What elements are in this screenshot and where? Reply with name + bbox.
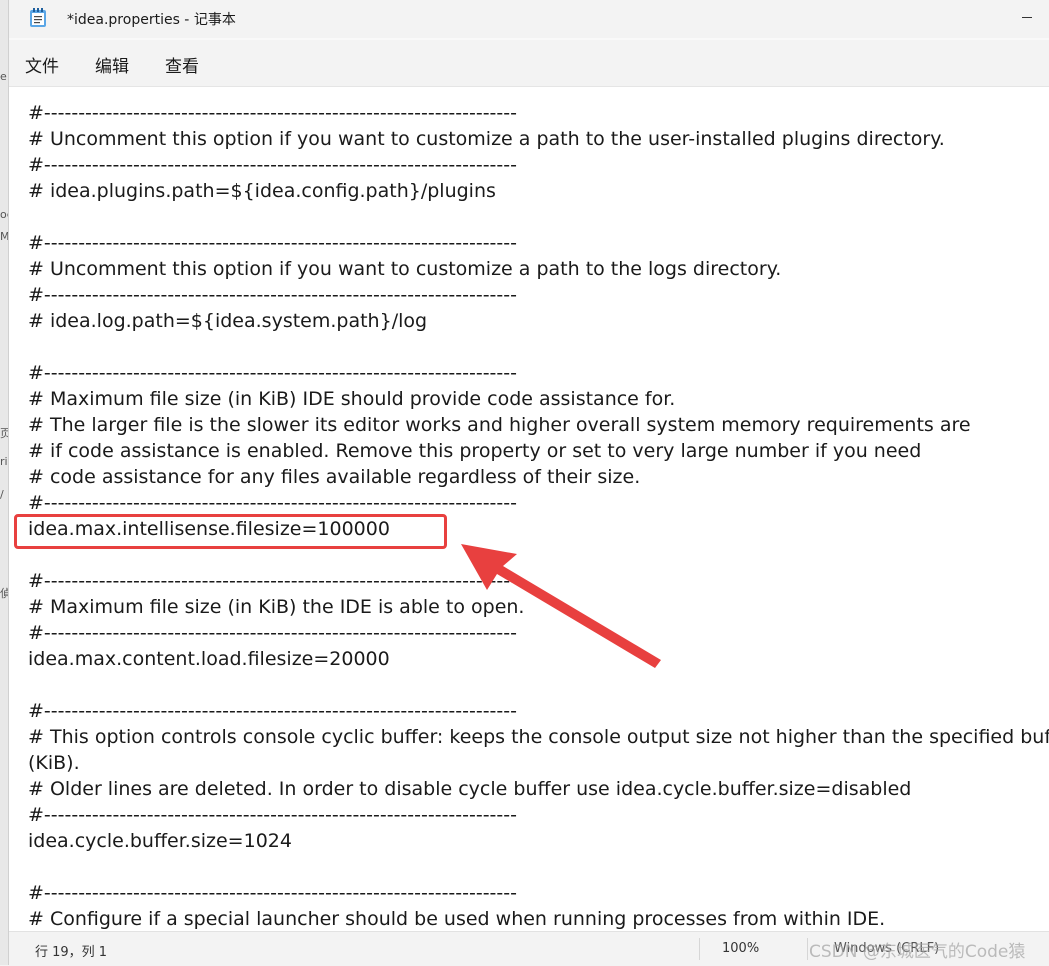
code-line: # Maximum file size (in KiB) IDE should … xyxy=(28,388,676,410)
background-text-fragment: / xyxy=(0,488,4,501)
code-line: #---------------------------------------… xyxy=(28,804,517,826)
highlight-annotation-box xyxy=(14,514,447,549)
code-line: # idea.log.path=${idea.system.path}/log xyxy=(28,310,428,332)
window-title: *idea.properties - 记事本 xyxy=(67,12,236,28)
code-line: # code assistance for any files availabl… xyxy=(28,466,641,488)
code-line: # Uncomment this option if you want to c… xyxy=(28,128,945,150)
code-line: #---------------------------------------… xyxy=(28,882,517,904)
code-line: #---------------------------------------… xyxy=(28,102,517,124)
code-line: # Uncomment this option if you want to c… xyxy=(28,258,782,280)
code-line: # if code assistance is enabled. Remove … xyxy=(28,440,922,462)
code-line: # idea.plugins.path=${idea.config.path}/… xyxy=(28,180,496,202)
code-line: (KiB). xyxy=(28,752,80,774)
status-divider xyxy=(699,938,700,960)
code-line: #---------------------------------------… xyxy=(28,284,517,306)
menu-bar: 文件 编辑 查看 xyxy=(9,40,1049,87)
background-text-fragment: e xyxy=(0,70,7,83)
code-line: # This option controls console cyclic bu… xyxy=(28,726,1049,748)
notepad-icon xyxy=(30,8,46,27)
code-line: #---------------------------------------… xyxy=(28,154,517,176)
code-line: #---------------------------------------… xyxy=(28,570,517,592)
code-line: idea.max.content.load.filesize=20000 xyxy=(28,648,390,670)
watermark: CSDN @东城医气的Code猿 xyxy=(809,942,1026,962)
title-bar[interactable]: *idea.properties - 记事本 xyxy=(9,0,1049,38)
code-line: # Configure if a special launcher should… xyxy=(28,908,886,930)
background-text-fragment: ri xyxy=(0,455,8,468)
status-bar: 行 19，列 1 100% Windows (CRLF) CSDN @东城医气的… xyxy=(9,931,1049,966)
code-line: # Older lines are deleted. In order to d… xyxy=(28,778,912,800)
status-divider xyxy=(807,938,808,960)
code-line: #---------------------------------------… xyxy=(28,622,517,644)
code-line: # The larger file is the slower its edit… xyxy=(28,414,971,436)
code-line: idea.cycle.buffer.size=1024 xyxy=(28,830,292,852)
notepad-window: *idea.properties - 记事本 文件 编辑 查看 # Config… xyxy=(8,0,1049,966)
menu-view[interactable]: 查看 xyxy=(165,52,199,77)
zoom-level: 100% xyxy=(722,941,760,956)
menu-edit[interactable]: 编辑 xyxy=(95,52,129,77)
menu-file[interactable]: 文件 xyxy=(25,52,59,77)
code-line: #---------------------------------------… xyxy=(28,700,517,722)
code-line: #---------------------------------------… xyxy=(28,232,517,254)
text-editor[interactable]: # Configure if a special launcher should… xyxy=(9,87,1049,931)
annotation-arrow-icon xyxy=(461,544,661,668)
cursor-position: 行 19，列 1 xyxy=(35,945,108,960)
minimize-button[interactable] xyxy=(1004,0,1049,34)
code-line: #---------------------------------------… xyxy=(28,362,517,384)
code-line: #---------------------------------------… xyxy=(28,492,517,514)
